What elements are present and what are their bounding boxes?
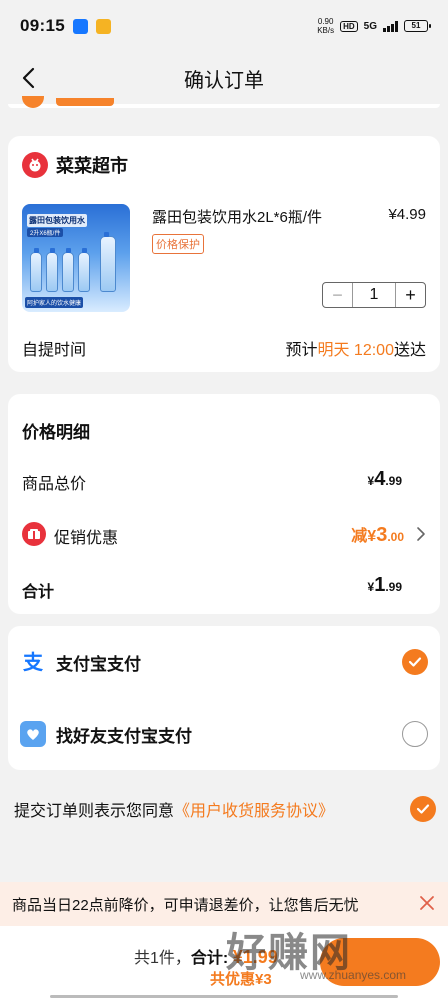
product-title[interactable]: 露田包装饮用水2L*6瓶/件 xyxy=(152,206,322,227)
store-header: 菜菜超市 xyxy=(22,152,128,178)
status-bar: 09:15 0.90 KB/s HD 5G 51 xyxy=(0,0,448,52)
decrease-button[interactable]: − xyxy=(323,283,353,307)
pickup-prefix: 预计 xyxy=(285,342,318,359)
battery-icon: 51 xyxy=(404,20,431,32)
home-indicator xyxy=(50,995,398,998)
pickup-time: 明天 12:00 xyxy=(317,342,394,359)
page-header: 确认订单 xyxy=(0,52,448,104)
bottle-icon xyxy=(78,248,90,292)
checkout-bar: 共1件，合计: ¥1.99 共优惠¥3 xyxy=(0,926,448,1000)
sum-value: ¥1.99 xyxy=(368,574,403,597)
bottle-icon xyxy=(62,248,74,292)
store-logo-icon xyxy=(22,152,48,178)
network-speed: 0.90 KB/s xyxy=(317,17,334,35)
goods-total-dec: .99 xyxy=(385,474,402,488)
previous-card-partial xyxy=(8,96,440,108)
item-count: 共1件， xyxy=(134,950,191,967)
payment-option-label: 支付宝支付 xyxy=(56,654,141,674)
agreement-row: 提交订单则表示您同意 《用户收货服务协议》 xyxy=(14,796,436,822)
app-notification-icon xyxy=(95,18,111,34)
watermark-url: www.zhuanyes.com xyxy=(300,968,407,982)
product-image-label: 露田包装饮用水 xyxy=(27,214,87,227)
goods-total-int: 4 xyxy=(374,468,386,490)
orange-icon-partial xyxy=(22,96,44,108)
pickup-time-value[interactable]: 预计明天 12:00送达 xyxy=(285,336,426,360)
product-image-sub: 2升X6瓶/件 xyxy=(27,228,64,237)
price-detail-title: 价格明细 xyxy=(22,423,90,442)
sum-label: 合计 xyxy=(22,584,55,601)
page-title: 确认订单 xyxy=(184,69,264,92)
promotion-value[interactable]: 减¥3.00 xyxy=(351,522,404,547)
sum-int: 1 xyxy=(374,574,386,596)
product-image[interactable]: 露田包装饮用水 2升X6瓶/件 阿护家人的饮水健康 xyxy=(22,204,130,312)
pickup-time-label: 自提时间 xyxy=(22,342,87,359)
price-protection-badge: 价格保护 xyxy=(152,234,204,254)
promotion-label[interactable]: 促销优惠 xyxy=(54,524,118,548)
chevron-right-icon[interactable] xyxy=(416,526,426,542)
payment-card: 支 支付宝支付 找好友支付宝支付 xyxy=(8,626,440,770)
bottle-icon xyxy=(46,248,58,292)
sum-dec: .99 xyxy=(385,580,402,594)
orange-tag-partial xyxy=(56,98,114,106)
payment-option-alipay[interactable]: 支 支付宝支付 xyxy=(20,642,428,682)
status-indicators: 0.90 KB/s HD 5G 51 xyxy=(317,17,431,35)
goods-total-value: ¥4.99 xyxy=(368,468,403,491)
promo-int: 3 xyxy=(376,524,388,546)
notice-text: 商品当日22点前降价，可申请退差价，让您售后无忧 xyxy=(12,896,359,914)
signal-icon xyxy=(383,20,398,32)
quantity-stepper: − 1 + xyxy=(322,282,426,308)
store-card: 菜菜超市 露田包装饮用水 2升X6瓶/件 阿护家人的饮水健康 露田包装饮用水2L… xyxy=(8,136,440,372)
price-protection-notice: 商品当日22点前降价，可申请退差价，让您售后无忧 xyxy=(0,882,448,926)
back-button[interactable] xyxy=(14,64,42,92)
product-price: ¥4.99 xyxy=(388,206,426,223)
payment-option-friend-alipay[interactable]: 找好友支付宝支付 xyxy=(20,714,428,754)
chevron-left-icon xyxy=(22,67,35,89)
bottle-icon xyxy=(100,232,116,292)
close-icon[interactable] xyxy=(418,894,436,912)
price-detail-card: 价格明细 商品总价 ¥4.99 促销优惠 减¥3.00 合计 ¥1.99 xyxy=(8,394,440,614)
network-speed-unit: KB/s xyxy=(317,26,335,35)
radio-checked-icon[interactable] xyxy=(402,649,428,675)
increase-button[interactable]: + xyxy=(395,283,425,307)
radio-unchecked-icon[interactable] xyxy=(402,721,428,747)
goods-total-label: 商品总价 xyxy=(22,476,87,493)
agreement-text: 提交订单则表示您同意 xyxy=(14,803,175,820)
pickup-suffix: 送达 xyxy=(393,342,426,359)
agreement-checkbox[interactable] xyxy=(410,796,436,822)
alipay-notification-icon xyxy=(72,18,88,34)
product-image-foot: 阿护家人的饮水健康 xyxy=(25,297,84,308)
promo-dec: .00 xyxy=(387,530,404,544)
alipay-icon: 支 xyxy=(20,649,46,675)
bottle-icon xyxy=(30,248,42,292)
promo-prefix: 减¥ xyxy=(351,528,377,545)
status-time: 09:15 xyxy=(20,16,65,35)
quantity-value[interactable]: 1 xyxy=(353,286,395,304)
hd-icon: HD xyxy=(340,20,358,32)
friend-pay-icon xyxy=(20,721,46,747)
network-type: 5G xyxy=(363,20,377,32)
promotion-icon xyxy=(22,522,46,546)
payment-option-label: 找好友支付宝支付 xyxy=(56,726,192,746)
svg-text:支: 支 xyxy=(23,650,44,674)
agreement-link[interactable]: 《用户收货服务协议》 xyxy=(174,797,334,821)
store-name: 菜菜超市 xyxy=(56,156,128,176)
network-speed-value: 0.90 xyxy=(317,17,334,26)
